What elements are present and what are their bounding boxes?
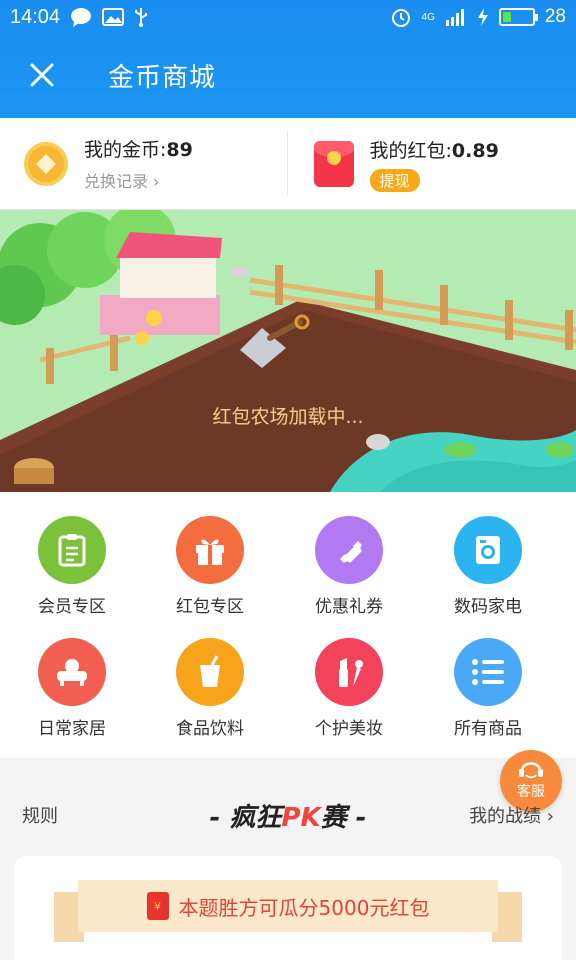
lipstick-icon	[315, 638, 383, 706]
red-envelope-icon	[313, 140, 354, 187]
category-beauty[interactable]: 个护美妆	[277, 638, 421, 739]
withdraw-button[interactable]: 提现	[369, 168, 420, 192]
chevron-right-icon: ›	[546, 806, 554, 827]
clipboard-icon	[38, 516, 106, 584]
category-label: 会员专区	[38, 597, 106, 617]
battery-percent: 28	[544, 6, 566, 27]
prize-banner: 本题胜方可瓜分5000元红包	[78, 880, 498, 932]
signal-icon	[445, 9, 464, 26]
alarm-icon	[391, 9, 410, 27]
category-label: 个护美妆	[315, 719, 383, 739]
close-icon	[30, 63, 54, 87]
header: 金币商城	[0, 40, 576, 110]
headset-icon	[519, 762, 543, 779]
page-title: 金币商城	[108, 62, 217, 93]
category-label: 日常家居	[38, 719, 106, 739]
category-label: 食品饮料	[176, 719, 244, 739]
pk-header: 规则 - 疯狂PK赛 - 我的战绩 ›	[0, 784, 576, 846]
gift-icon	[176, 516, 244, 584]
chevron-right-icon: ›	[153, 172, 160, 191]
farm-illustration	[0, 210, 576, 492]
coins-panel: 我的金币:89 兑换记录 ›	[0, 118, 287, 209]
exchange-record-link[interactable]: 兑换记录 ›	[84, 168, 193, 192]
list-icon	[454, 638, 522, 706]
category-all-products[interactable]: 所有商品	[416, 638, 560, 739]
red-envelope-icon	[146, 892, 169, 920]
prize-text: 本题胜方可瓜分5000元红包	[178, 895, 430, 920]
category-electronics[interactable]: 数码家电	[416, 516, 560, 617]
redpacket-value: 0.89	[451, 139, 499, 162]
charging-icon	[477, 8, 488, 26]
status-bar: 14:04 4G 28	[0, 0, 576, 34]
category-home[interactable]: 日常家居	[0, 638, 144, 739]
wallet-summary: 我的金币:89 兑换记录 › 我的红包:0.89 提现	[0, 118, 576, 210]
category-label: 红包专区	[176, 597, 244, 617]
category-food-drinks[interactable]: 食品饮料	[138, 638, 282, 739]
rules-link[interactable]: 规则	[22, 802, 58, 828]
category-member-zone[interactable]: 会员专区	[0, 516, 144, 617]
my-record-link[interactable]: 我的战绩 ›	[469, 802, 554, 828]
category-coupons[interactable]: 优惠礼券	[277, 516, 421, 617]
coins-value: 89	[166, 139, 193, 161]
battery-icon	[498, 8, 538, 26]
category-redpacket-zone[interactable]: 红包专区	[138, 516, 282, 617]
ticket-icon	[315, 516, 383, 584]
chat-bubble-icon	[71, 8, 92, 27]
coin-icon	[24, 141, 68, 186]
network-label: 4G	[421, 11, 435, 23]
category-label: 优惠礼券	[315, 597, 383, 617]
farm-loading-text: 红包农场加载中...	[212, 406, 364, 428]
category-label: 所有商品	[454, 719, 522, 739]
washing-machine-icon	[454, 516, 522, 584]
coins-label: 我的金币:	[84, 139, 167, 161]
redpacket-panel: 我的红包:0.89 提现	[286, 132, 576, 195]
sofa-icon	[38, 638, 106, 706]
pk-card: 本题胜方可瓜分5000元红包	[14, 856, 562, 960]
top-bar: 14:04 4G 28 金币商城	[0, 0, 576, 118]
usb-icon	[135, 8, 148, 27]
status-time: 14:04	[10, 5, 61, 28]
category-grid: 会员专区 红包专区 优惠礼券 数码家电 日常家居 食品饮料 个护美妆 所有商品	[0, 492, 576, 758]
image-icon	[102, 8, 125, 26]
red-packet-farm-banner[interactable]: 红包农场加载中...	[0, 210, 576, 492]
category-label: 数码家电	[454, 597, 522, 617]
close-button[interactable]	[0, 40, 84, 110]
drink-cup-icon	[176, 638, 244, 706]
redpacket-label: 我的红包:	[369, 139, 452, 162]
